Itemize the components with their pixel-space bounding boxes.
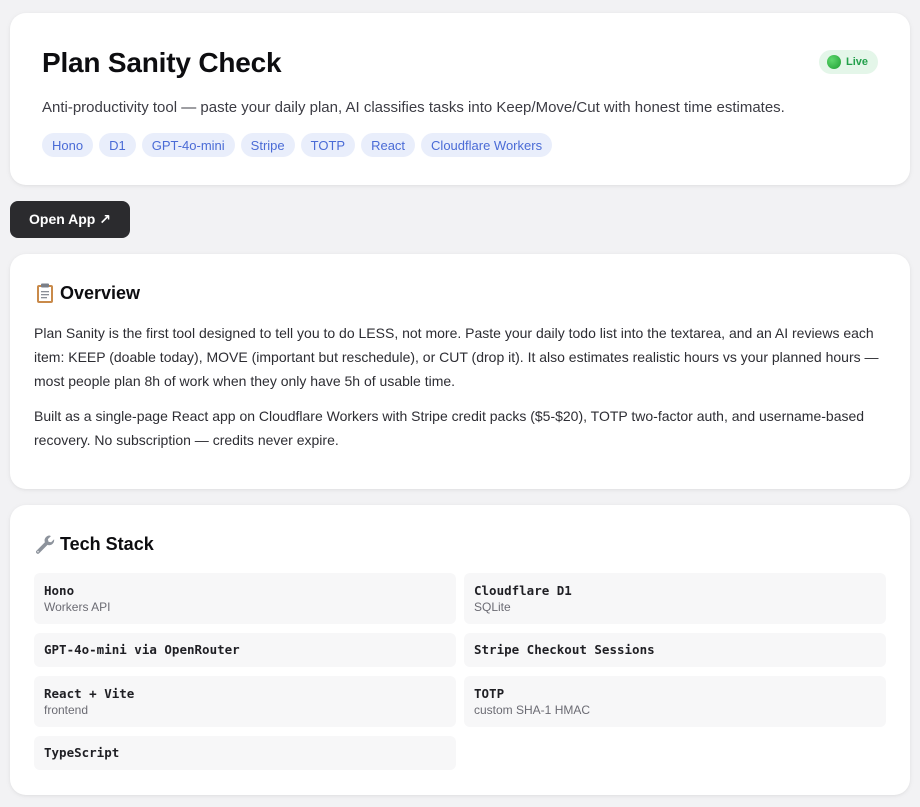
tag: React [361, 133, 416, 157]
tag: GPT-4o-mini [141, 133, 235, 157]
tech-item-description: frontend [44, 703, 89, 717]
tech-item: Stripe Checkout Sessions [464, 633, 886, 667]
tag: Cloudflare Workers [421, 133, 553, 157]
tech-stack-heading: Tech Stack [34, 533, 886, 555]
tech-stack-title: Tech Stack [60, 534, 154, 554]
tech-item: React + Vite frontend [34, 676, 456, 727]
page-title: Plan Sanity Check [42, 47, 282, 78]
open-app-button[interactable]: Open App ↗ [10, 201, 130, 238]
tech-item-name: Hono [44, 583, 75, 598]
status-badge-label: Live [845, 56, 868, 68]
overview-paragraph: Built as a single-page React app on Clou… [34, 408, 865, 448]
tech-item-name: Stripe Checkout Sessions [474, 642, 655, 657]
tag-list: Hono D1 GPT-4o-mini Stripe TOTP React Cl… [42, 133, 878, 157]
project-description: Anti-productivity tool — paste your dail… [42, 99, 785, 116]
tech-item-description: custom SHA-1 HMAC [474, 703, 591, 717]
status-badge: Live [818, 50, 878, 74]
tech-item: TypeScript [34, 736, 456, 770]
tag: D1 [99, 133, 136, 157]
tag: TOTP [300, 133, 356, 157]
project-header-card: Plan Sanity Check Live Anti-productivity… [10, 13, 910, 185]
tech-item: Cloudflare D1 SQLite [464, 573, 886, 624]
tech-item-name: Cloudflare D1 [474, 583, 572, 598]
tech-item-name: TOTP [474, 686, 505, 701]
overview-title: Overview [60, 283, 141, 303]
green-dot-icon [826, 55, 841, 69]
tech-item-description: Workers API [44, 600, 111, 614]
tech-item: GPT-4o-mini via OpenRouter [34, 633, 456, 667]
tech-item-description: SQLite [474, 600, 511, 614]
tag: Hono [42, 133, 94, 157]
tech-item-name: TypeScript [44, 745, 120, 760]
clipboard-icon [34, 282, 56, 304]
tech-item-name: React + Vite [44, 686, 135, 701]
tech-stack-section: Tech Stack Hono Workers API Cloudflare D… [10, 505, 910, 795]
overview-section: Overview Plan Sanity is the first tool d… [10, 254, 910, 489]
tech-item-name: GPT-4o-mini via OpenRouter [44, 642, 240, 657]
tag: Stripe [240, 133, 295, 157]
overview-paragraph: Plan Sanity is the first tool designed t… [34, 325, 879, 389]
tech-item: Hono Workers API [34, 573, 456, 624]
tech-item: TOTP custom SHA-1 HMAC [464, 676, 886, 727]
overview-heading: Overview [34, 282, 886, 304]
tech-stack-grid: Hono Workers API Cloudflare D1 SQLite GP… [34, 573, 886, 770]
wrench-icon [34, 533, 56, 555]
